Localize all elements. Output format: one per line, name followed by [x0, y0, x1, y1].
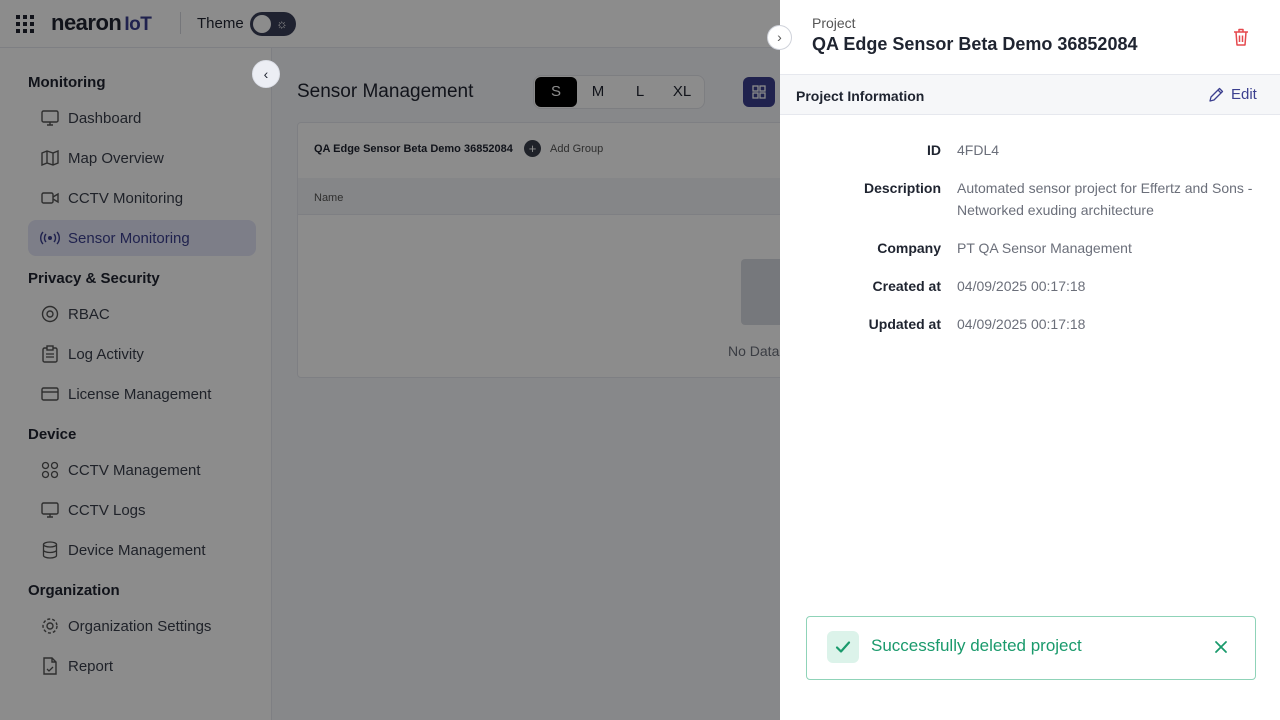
field-value-description: Automated sensor project for Effertz and…	[957, 180, 1253, 218]
project-drawer: Project QA Edge Sensor Beta Demo 3685208…	[780, 0, 1280, 720]
section-title: Project Information	[796, 88, 925, 104]
close-icon[interactable]	[1211, 637, 1231, 657]
field-label-description: Description	[863, 180, 941, 196]
field-value-company: PT QA Sensor Management	[957, 240, 1132, 256]
field-label-updated-at: Updated at	[868, 316, 941, 332]
edit-button[interactable]: Edit	[1208, 86, 1257, 103]
field-value-updated-at: 04/09/2025 00:17:18	[957, 316, 1086, 332]
toast-message: Successfully deleted project	[871, 636, 1082, 655]
drawer-title: QA Edge Sensor Beta Demo 36852084	[812, 34, 1138, 54]
trash-icon[interactable]	[1230, 26, 1252, 48]
check-icon	[827, 631, 859, 663]
field-value-id: 4FDL4	[957, 142, 1000, 158]
drawer-kicker: Project	[812, 15, 856, 31]
pencil-icon	[1209, 87, 1224, 102]
field-label-created-at: Created at	[872, 278, 941, 294]
field-value-created-at: 04/09/2025 00:17:18	[957, 278, 1086, 294]
sidebar-collapse-button[interactable]: ‹	[252, 60, 280, 88]
edit-label: Edit	[1231, 86, 1257, 103]
success-toast: Successfully deleted project	[806, 616, 1256, 680]
project-information-header: Project Information Edit	[780, 74, 1280, 115]
field-label-company: Company	[877, 240, 941, 256]
field-label-id: ID	[927, 142, 941, 158]
drawer-close-button[interactable]: ›	[767, 25, 792, 50]
